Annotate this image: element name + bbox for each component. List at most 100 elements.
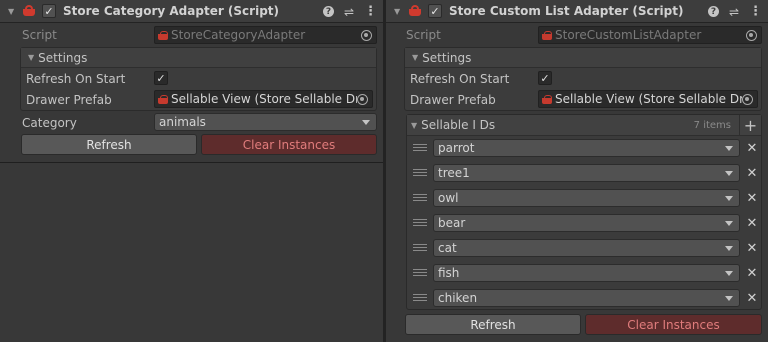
drawer-prefab-label: Drawer Prefab — [26, 93, 112, 107]
basket-icon — [542, 94, 553, 104]
item-value: owl — [438, 191, 459, 205]
drawer-prefab-value: Sellable View (Store Sellable Dra — [171, 92, 357, 106]
item-dropdown[interactable]: tree1 — [433, 164, 740, 182]
list-item: bear ✕ — [407, 211, 763, 236]
basket-icon — [542, 30, 553, 40]
refresh-on-start-label: Refresh On Start — [410, 72, 510, 86]
help-icon[interactable]: ? — [322, 6, 334, 17]
item-value: parrot — [438, 141, 475, 155]
right-component-header[interactable]: ▼ ✓ Store Custom List Adapter (Script) ?… — [386, 0, 768, 23]
drag-handle-icon[interactable] — [413, 144, 427, 153]
drawer-prefab-label: Drawer Prefab — [410, 93, 496, 107]
fold-arrow-icon[interactable]: ▼ — [412, 53, 418, 62]
component-title: Store Custom List Adapter (Script) — [449, 4, 684, 18]
basket-icon — [158, 94, 169, 104]
drawer-prefab-value: Sellable View (Store Sellable Dra — [555, 92, 742, 106]
item-dropdown[interactable]: chiken — [433, 289, 740, 307]
list-count: 7 items — [693, 119, 731, 131]
basket-icon — [408, 5, 422, 17]
close-icon[interactable]: ✕ — [744, 264, 760, 282]
refresh-on-start-checkbox[interactable]: ✓ — [154, 71, 168, 85]
clear-instances-button[interactable]: Clear Instances — [201, 134, 377, 155]
drag-handle-icon[interactable] — [413, 269, 427, 278]
drag-handle-icon[interactable] — [413, 169, 427, 178]
item-dropdown[interactable]: parrot — [433, 139, 740, 157]
component-title: Store Category Adapter (Script) — [63, 4, 280, 18]
drag-handle-icon[interactable] — [413, 194, 427, 203]
close-icon[interactable]: ✕ — [744, 214, 760, 232]
close-icon[interactable]: ✕ — [744, 164, 760, 182]
settings-title: Settings — [422, 50, 472, 65]
close-icon[interactable]: ✕ — [744, 139, 760, 157]
fold-arrow-icon[interactable]: ▼ — [394, 7, 404, 16]
list-item: tree1 ✕ — [407, 161, 763, 186]
settings-header[interactable]: ▼ Settings — [405, 48, 761, 68]
script-label: Script — [22, 28, 57, 42]
fold-arrow-icon[interactable]: ▼ — [411, 121, 417, 130]
sellable-ids-list: ▼ Sellable I Ds 7 items + parrot ✕ tree1… — [406, 114, 762, 310]
fold-arrow-icon[interactable]: ▼ — [8, 7, 18, 16]
settings-header[interactable]: ▼ Settings — [21, 48, 376, 68]
drag-handle-icon[interactable] — [413, 244, 427, 253]
item-dropdown[interactable]: bear — [433, 214, 740, 232]
kebab-menu-icon[interactable]: ⋮ — [749, 4, 762, 19]
close-icon[interactable]: ✕ — [744, 289, 760, 307]
item-value: tree1 — [438, 166, 470, 180]
right-inspector-panel: ▼ ✓ Store Custom List Adapter (Script) ?… — [386, 0, 768, 342]
left-component-header[interactable]: ▼ ✓ Store Category Adapter (Script) ? ⇌ … — [0, 0, 383, 23]
list-item: owl ✕ — [407, 186, 763, 211]
drag-handle-icon[interactable] — [413, 294, 427, 303]
refresh-button[interactable]: Refresh — [405, 314, 581, 335]
script-field: StoreCategoryAdapter — [154, 26, 377, 44]
script-label: Script — [406, 28, 441, 42]
object-picker-icon — [361, 29, 372, 41]
close-icon[interactable]: ✕ — [744, 189, 760, 207]
chevron-down-icon — [725, 220, 733, 226]
basket-icon — [158, 30, 169, 40]
kebab-menu-icon[interactable]: ⋮ — [364, 4, 377, 19]
presets-icon[interactable]: ⇌ — [344, 5, 354, 19]
chevron-down-icon — [725, 170, 733, 176]
object-picker-icon — [746, 29, 757, 41]
item-dropdown[interactable]: owl — [433, 189, 740, 207]
category-dropdown[interactable]: animals — [154, 113, 377, 131]
list-item: chiken ✕ — [407, 286, 763, 311]
object-picker-icon[interactable] — [742, 93, 753, 105]
script-field: StoreCustomListAdapter — [538, 26, 762, 44]
item-dropdown[interactable]: fish — [433, 264, 740, 282]
list-item: fish ✕ — [407, 261, 763, 286]
drawer-prefab-field[interactable]: Sellable View (Store Sellable Dra — [538, 90, 758, 108]
refresh-on-start-checkbox[interactable]: ✓ — [538, 71, 552, 85]
basket-icon — [22, 5, 36, 17]
chevron-down-icon — [725, 295, 733, 301]
script-value: StoreCustomListAdapter — [555, 28, 702, 42]
script-value: StoreCategoryAdapter — [171, 28, 306, 42]
item-value: fish — [438, 266, 460, 280]
chevron-down-icon — [725, 245, 733, 251]
presets-icon[interactable]: ⇌ — [729, 5, 739, 19]
item-value: cat — [438, 241, 457, 255]
list-header[interactable]: ▼ Sellable I Ds 7 items + — [407, 115, 761, 136]
help-icon[interactable]: ? — [707, 6, 719, 17]
object-picker-icon[interactable] — [357, 93, 368, 105]
drawer-prefab-field[interactable]: Sellable View (Store Sellable Dra — [154, 90, 373, 108]
close-icon[interactable]: ✕ — [744, 239, 760, 257]
category-value: animals — [159, 115, 206, 129]
component-enabled-checkbox[interactable]: ✓ — [42, 4, 56, 18]
item-value: chiken — [438, 291, 478, 305]
drag-handle-icon[interactable] — [413, 219, 427, 228]
clear-instances-button[interactable]: Clear Instances — [585, 314, 762, 335]
chevron-down-icon — [725, 145, 733, 151]
refresh-button[interactable]: Refresh — [21, 134, 197, 155]
chevron-down-icon — [725, 195, 733, 201]
plus-icon[interactable]: + — [739, 115, 761, 136]
chevron-down-icon — [725, 270, 733, 276]
list-title: Sellable I Ds — [421, 118, 496, 132]
list-item: cat ✕ — [407, 236, 763, 261]
item-value: bear — [438, 216, 466, 230]
chevron-down-icon — [362, 119, 370, 125]
fold-arrow-icon[interactable]: ▼ — [28, 53, 34, 62]
list-item: parrot ✕ — [407, 136, 763, 161]
component-enabled-checkbox[interactable]: ✓ — [428, 4, 442, 18]
item-dropdown[interactable]: cat — [433, 239, 740, 257]
